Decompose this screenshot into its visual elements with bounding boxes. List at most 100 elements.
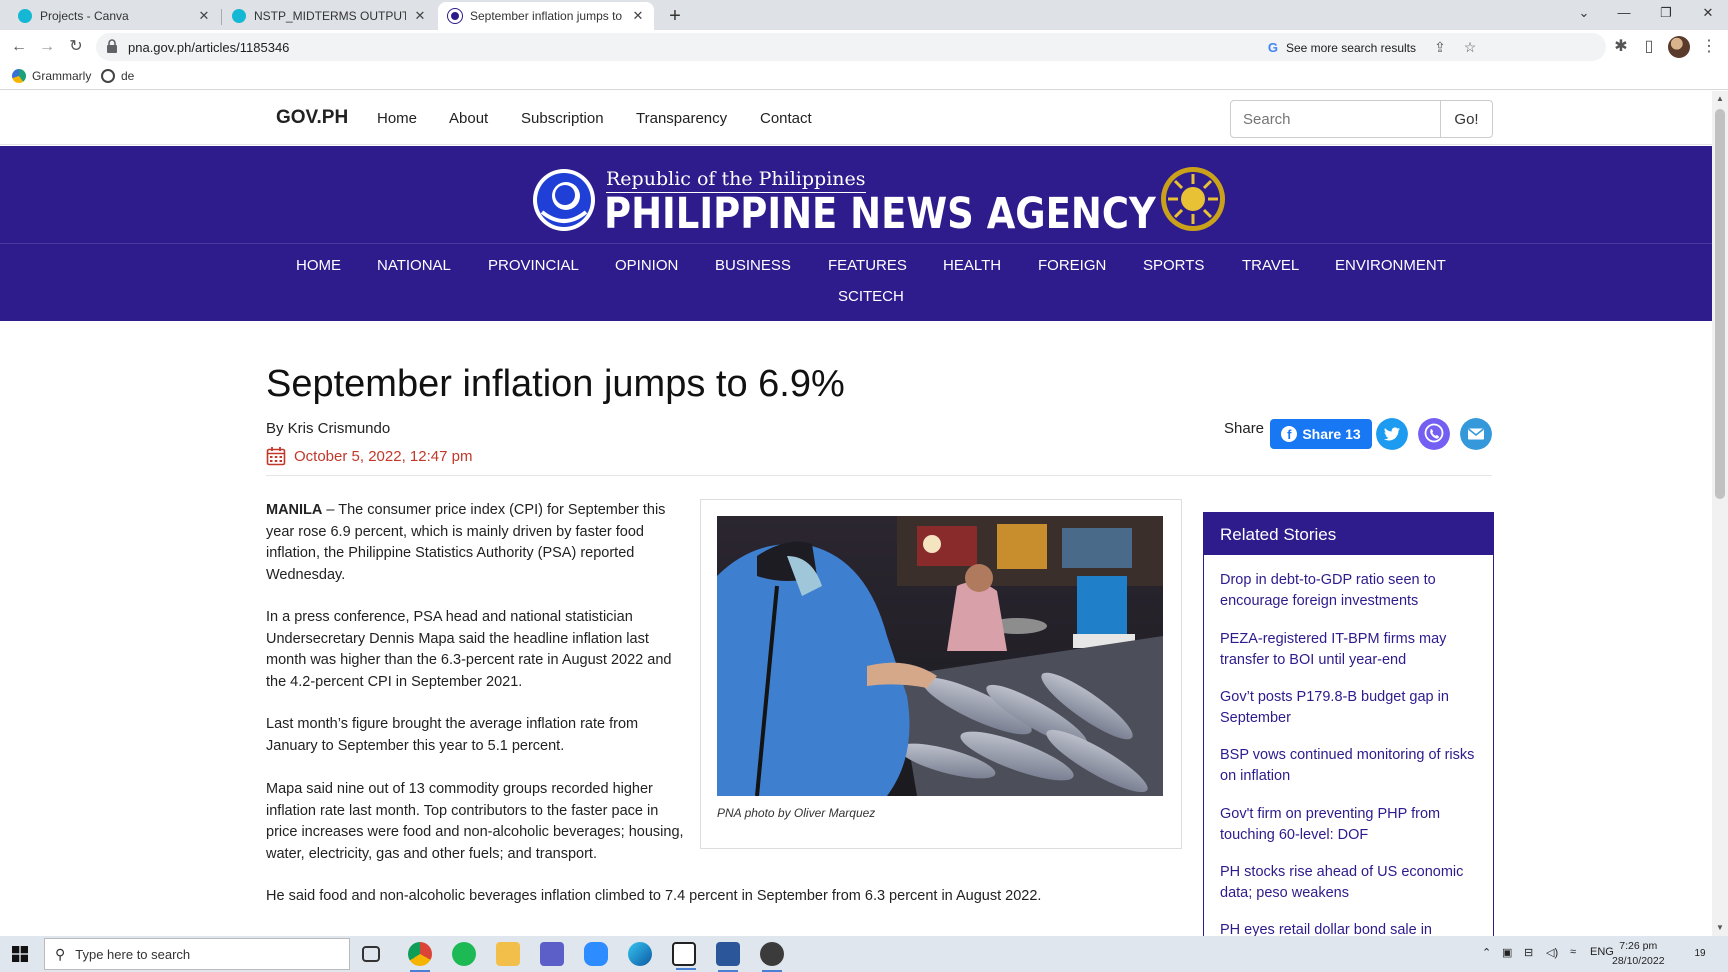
bookmarks-bar: Grammarly de bbox=[0, 64, 1728, 90]
taskbar-clock[interactable]: 7:26 pm 28/10/2022 bbox=[1612, 939, 1665, 969]
extensions-icon[interactable]: ✱ bbox=[1608, 34, 1634, 60]
settings-app-icon[interactable] bbox=[760, 942, 784, 972]
article-byline: By Kris Crismundo bbox=[266, 420, 391, 437]
pna-banner: Republic of the Philippines PHILIPPINE N… bbox=[0, 146, 1712, 321]
facebook-share-button[interactable]: f Share 13 bbox=[1270, 419, 1372, 449]
related-story-link[interactable]: Gov’t posts P179.8-B budget gap in Septe… bbox=[1220, 687, 1482, 729]
nav-health[interactable]: HEALTH bbox=[943, 257, 1001, 274]
windows-taskbar: ⚲ Type here to search ⌃ ▣ ⊟ ◁) ≈ ENG 7:2… bbox=[0, 936, 1728, 972]
profile-avatar[interactable] bbox=[1668, 36, 1690, 58]
nav-home[interactable]: HOME bbox=[296, 257, 341, 274]
close-tab-icon[interactable]: ✕ bbox=[196, 8, 212, 24]
tab-canva[interactable]: Projects - Canva ✕ bbox=[8, 2, 220, 30]
scrollbar-thumb[interactable] bbox=[1715, 109, 1725, 499]
govph-search-input[interactable] bbox=[1230, 100, 1441, 138]
canva-icon bbox=[232, 9, 246, 23]
bookmark-grammarly[interactable]: Grammarly bbox=[12, 69, 91, 83]
article-title: September inflation jumps to 6.9% bbox=[266, 363, 845, 405]
lock-icon bbox=[107, 39, 117, 53]
nav-provincial[interactable]: PROVINCIAL bbox=[488, 257, 579, 274]
new-tab-button[interactable]: + bbox=[662, 4, 688, 28]
article-paragraph-1: MANILA – The consumer price index (CPI) … bbox=[266, 502, 666, 583]
nav-features[interactable]: FEATURES bbox=[828, 257, 907, 274]
pna-logo-icon[interactable] bbox=[532, 168, 596, 232]
tab-nstp[interactable]: NSTP_MIDTERMS OUTPUT_MAD ✕ bbox=[222, 2, 436, 30]
zoom-app-icon[interactable] bbox=[584, 942, 608, 966]
edge-app-icon[interactable] bbox=[628, 942, 652, 966]
close-tab-icon[interactable]: ✕ bbox=[630, 8, 646, 24]
bookmark-star-icon[interactable]: ☆ bbox=[1460, 37, 1480, 57]
nav-scitech[interactable]: SCITECH bbox=[838, 288, 904, 305]
pna-favicon-icon bbox=[448, 9, 462, 23]
nav-opinion[interactable]: OPINION bbox=[615, 257, 678, 274]
govph-link-home[interactable]: Home bbox=[377, 110, 417, 127]
taskbar-search-box[interactable]: ⚲ Type here to search bbox=[44, 938, 350, 970]
side-panel-icon[interactable]: ▯ bbox=[1636, 34, 1662, 60]
market-photo[interactable] bbox=[717, 516, 1163, 796]
close-tab-icon[interactable]: ✕ bbox=[412, 8, 428, 24]
tray-wifi-icon[interactable]: ≈ bbox=[1570, 946, 1576, 958]
menu-kebab-icon[interactable]: ⋮ bbox=[1696, 34, 1722, 60]
nav-business[interactable]: BUSINESS bbox=[715, 257, 791, 274]
twitter-share-icon[interactable] bbox=[1376, 418, 1408, 450]
related-story-link[interactable]: PEZA-registered IT-BPM firms may transfe… bbox=[1220, 629, 1482, 671]
tab-pna-article[interactable]: September inflation jumps to 6.9 ✕ bbox=[438, 2, 654, 30]
search-icon: ⚲ bbox=[55, 945, 66, 962]
reload-icon[interactable]: ↻ bbox=[63, 34, 89, 60]
pcoo-seal-icon bbox=[1161, 167, 1225, 231]
govph-link-contact[interactable]: Contact bbox=[760, 110, 812, 127]
windows-start-icon[interactable] bbox=[12, 946, 28, 962]
notification-center-icon[interactable]: 19 bbox=[1690, 944, 1710, 964]
related-story-link[interactable]: Drop in debt-to-GDP ratio seen to encour… bbox=[1220, 570, 1482, 612]
file-explorer-icon[interactable] bbox=[496, 942, 520, 966]
tab-search-icon[interactable]: ⌄ bbox=[1564, 0, 1604, 28]
tray-volume-icon[interactable]: ◁) bbox=[1546, 946, 1558, 959]
scroll-down-icon[interactable]: ▼ bbox=[1712, 920, 1728, 936]
see-more-search-results[interactable]: G See more search results bbox=[1268, 40, 1416, 55]
viber-share-icon[interactable] bbox=[1418, 418, 1450, 450]
grammarly-icon bbox=[12, 69, 26, 83]
related-story-link[interactable]: BSP vows continued monitoring of risks o… bbox=[1220, 745, 1482, 787]
scroll-up-icon[interactable]: ▲ bbox=[1712, 91, 1728, 107]
article-paragraph-4: Mapa said nine out of 13 commodity group… bbox=[266, 781, 684, 862]
share-page-icon[interactable]: ⇪ bbox=[1430, 37, 1450, 57]
related-story-link[interactable]: PH eyes retail dollar bond sale in bbox=[1220, 920, 1482, 936]
tray-network-icon[interactable]: ⊟ bbox=[1524, 946, 1533, 959]
govph-bar: GOV.PH Home About Subscription Transpare… bbox=[0, 91, 1712, 145]
nav-travel[interactable]: TRAVEL bbox=[1242, 257, 1299, 274]
back-icon[interactable]: ← bbox=[6, 34, 32, 60]
teams-app-icon[interactable] bbox=[540, 942, 564, 966]
minimize-icon[interactable]: — bbox=[1604, 0, 1644, 28]
close-window-icon[interactable]: ✕ bbox=[1688, 0, 1728, 28]
page-scrollbar[interactable]: ▲ ▼ bbox=[1712, 91, 1728, 936]
word-app-icon[interactable] bbox=[716, 942, 740, 972]
restore-icon[interactable]: ❐ bbox=[1646, 0, 1686, 28]
govph-go-button[interactable]: Go! bbox=[1440, 100, 1493, 138]
task-view-icon[interactable] bbox=[362, 946, 380, 962]
tray-app-icon[interactable]: ▣ bbox=[1502, 946, 1512, 959]
govph-link-subscription[interactable]: Subscription bbox=[521, 110, 604, 127]
globe-icon bbox=[101, 69, 115, 83]
nav-environment[interactable]: ENVIRONMENT bbox=[1335, 257, 1446, 274]
calendar-icon bbox=[266, 447, 286, 466]
article-paragraph-2: In a press conference, PSA head and nati… bbox=[266, 609, 672, 690]
govph-link-transparency[interactable]: Transparency bbox=[636, 110, 727, 127]
nav-sports[interactable]: SPORTS bbox=[1143, 257, 1204, 274]
bookmark-de[interactable]: de bbox=[101, 69, 134, 83]
email-share-icon[interactable] bbox=[1460, 418, 1492, 450]
address-bar[interactable]: pna.gov.ph/articles/1185346 G See more s… bbox=[96, 33, 1606, 61]
forward-icon[interactable]: → bbox=[34, 34, 60, 60]
spotify-app-icon[interactable] bbox=[452, 942, 476, 966]
chrome-app-icon[interactable] bbox=[408, 942, 432, 972]
related-story-link[interactable]: Gov't firm on preventing PHP from touchi… bbox=[1220, 804, 1482, 846]
govph-brand[interactable]: GOV.PH bbox=[276, 107, 348, 129]
url-text: pna.gov.ph/articles/1185346 bbox=[128, 40, 290, 55]
7zip-app-icon[interactable] bbox=[672, 942, 696, 970]
related-story-link[interactable]: PH stocks rise ahead of US economic data… bbox=[1220, 862, 1482, 904]
govph-link-about[interactable]: About bbox=[449, 110, 488, 127]
tray-language[interactable]: ENG bbox=[1590, 946, 1614, 958]
banner-divider bbox=[0, 243, 1712, 244]
tray-chevron-icon[interactable]: ⌃ bbox=[1482, 946, 1491, 959]
nav-foreign[interactable]: FOREIGN bbox=[1038, 257, 1106, 274]
nav-national[interactable]: NATIONAL bbox=[377, 257, 451, 274]
